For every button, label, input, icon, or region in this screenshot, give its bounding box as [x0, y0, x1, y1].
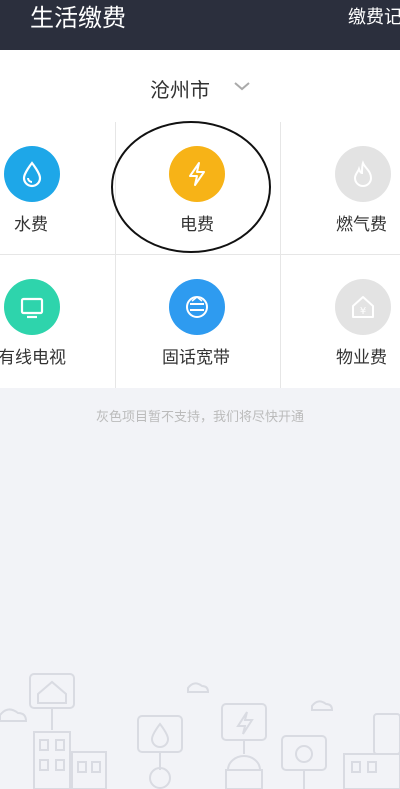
city-name: 沧州市 — [150, 78, 210, 102]
service-gas[interactable]: 燃气费 — [281, 122, 400, 254]
top-bar: 生活缴费 缴费记录 — [0, 0, 400, 50]
house-icon: ¥ — [335, 279, 391, 335]
broadband-icon — [169, 279, 225, 335]
service-water[interactable]: 水费 — [0, 122, 115, 254]
city-selector[interactable]: 沧州市 — [0, 50, 400, 123]
highlight-circle — [111, 121, 271, 253]
service-property[interactable]: ¥ 物业费 — [281, 255, 400, 387]
service-label: 物业费 — [336, 348, 387, 368]
payment-records-link[interactable]: 缴费记录 — [348, 7, 400, 29]
service-label: 燃气费 — [336, 215, 387, 235]
service-label: 固话宽带 — [162, 348, 230, 368]
service-cable-tv[interactable]: 有线电视 — [0, 255, 115, 387]
service-broadband[interactable]: 固话宽带 — [116, 255, 281, 387]
svg-text:¥: ¥ — [360, 306, 366, 317]
chevron-down-icon — [234, 82, 250, 91]
decorative-scenery — [0, 673, 400, 789]
water-drop-icon — [4, 146, 60, 202]
service-label: 有线电视 — [0, 348, 66, 368]
page-title: 生活缴费 — [30, 4, 126, 32]
flame-icon — [335, 146, 391, 202]
service-label: 水费 — [14, 215, 48, 235]
unsupported-note: 灰色项目暂不支持，我们将尽快开通 — [95, 410, 304, 425]
tv-icon — [4, 279, 60, 335]
